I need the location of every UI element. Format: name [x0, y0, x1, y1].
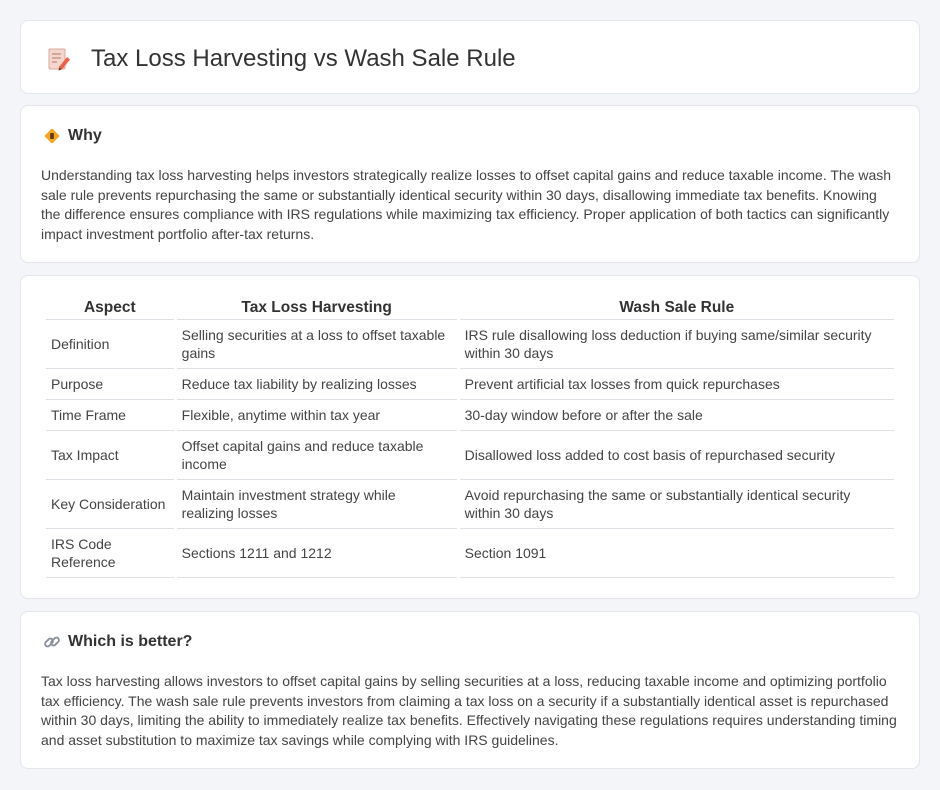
- table-cell: Sections 1211 and 1212: [176, 529, 457, 578]
- table-cell: Avoid repurchasing the same or substanti…: [459, 480, 894, 529]
- table-row: Tax Impact Offset capital gains and redu…: [46, 431, 894, 480]
- table-row: Key Consideration Maintain investment st…: [46, 480, 894, 529]
- better-text: Tax loss harvesting allows investors to …: [41, 673, 897, 748]
- table-cell: Reduce tax liability by realizing losses: [176, 369, 457, 400]
- table-cell: Flexible, anytime within tax year: [176, 400, 457, 431]
- page-title: Tax Loss Harvesting vs Wash Sale Rule: [91, 45, 516, 72]
- comparison-card: Aspect Tax Loss Harvesting Wash Sale Rul…: [20, 275, 920, 599]
- better-title: Which is better?: [68, 633, 193, 650]
- table-row: Purpose Reduce tax liability by realizin…: [46, 369, 894, 400]
- table-cell: IRS rule disallowing loss deduction if b…: [459, 320, 894, 369]
- column-header: Wash Sale Rule: [459, 296, 894, 320]
- table-row: Definition Selling securities at a loss …: [46, 320, 894, 369]
- table-cell: Time Frame: [46, 400, 174, 431]
- table-cell: Purpose: [46, 369, 174, 400]
- comparison-table: Aspect Tax Loss Harvesting Wash Sale Rul…: [43, 296, 897, 578]
- table-cell: Section 1091: [459, 529, 894, 578]
- better-card: Which is better? Tax loss harvesting all…: [20, 611, 920, 769]
- table-cell: Offset capital gains and reduce taxable …: [176, 431, 457, 480]
- notepad-pencil-icon: [48, 48, 70, 71]
- table-cell: Definition: [46, 320, 174, 369]
- why-card: Why Understanding tax loss harvesting he…: [20, 105, 920, 263]
- table-cell: Maintain investment strategy while reali…: [176, 480, 457, 529]
- table-cell: Disallowed loss added to cost basis of r…: [459, 431, 894, 480]
- table-row: Time Frame Flexible, anytime within tax …: [46, 400, 894, 431]
- road-sign-icon: [44, 128, 60, 144]
- table-row: IRS Code Reference Sections 1211 and 121…: [46, 529, 894, 578]
- why-title: Why: [68, 127, 102, 144]
- title-card: Tax Loss Harvesting vs Wash Sale Rule: [20, 20, 920, 94]
- why-text: Understanding tax loss harvesting helps …: [41, 167, 892, 242]
- column-header: Aspect: [46, 296, 174, 320]
- table-header-row: Aspect Tax Loss Harvesting Wash Sale Rul…: [46, 296, 894, 320]
- table-cell: 30-day window before or after the sale: [459, 400, 894, 431]
- table-cell: Tax Impact: [46, 431, 174, 480]
- table-cell: Key Consideration: [46, 480, 174, 529]
- table-cell: Selling securities at a loss to offset t…: [176, 320, 457, 369]
- column-header: Tax Loss Harvesting: [176, 296, 457, 320]
- table-cell: Prevent artificial tax losses from quick…: [459, 369, 894, 400]
- table-cell: IRS Code Reference: [46, 529, 174, 578]
- link-icon: [44, 636, 60, 648]
